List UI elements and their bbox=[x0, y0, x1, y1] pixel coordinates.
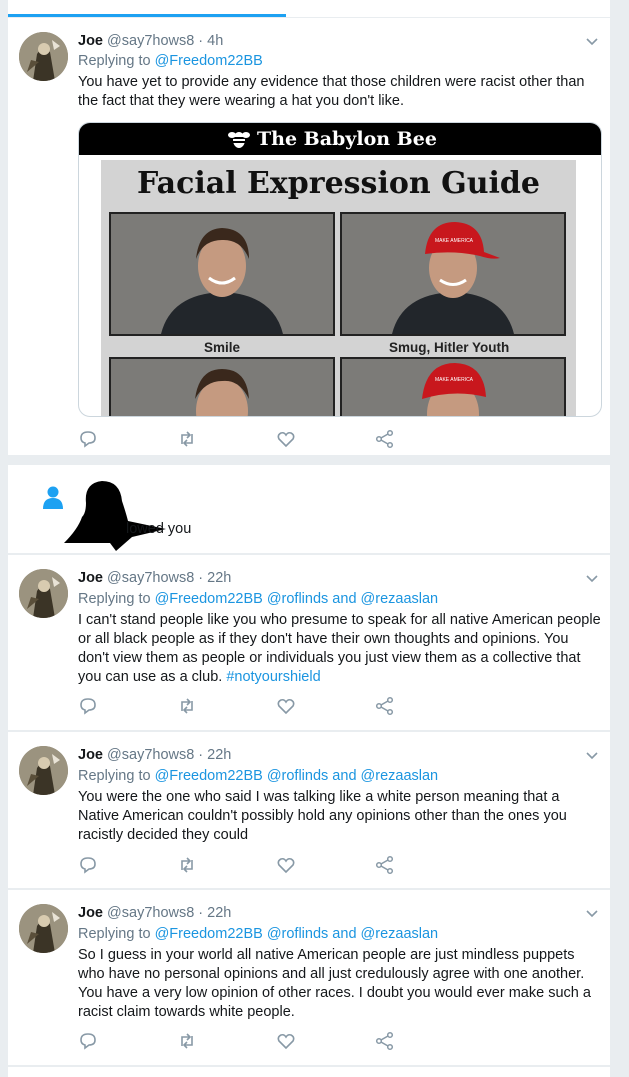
expression-guide: Facial Expression Guide Smile MAKE AMERI… bbox=[101, 160, 576, 416]
tweet-actions bbox=[78, 429, 408, 449]
reply-icon[interactable] bbox=[78, 855, 98, 875]
guide-title: Facial Expression Guide bbox=[137, 166, 540, 201]
like-icon[interactable] bbox=[276, 1031, 296, 1051]
share-icon[interactable] bbox=[375, 1031, 395, 1051]
avatar[interactable] bbox=[19, 746, 68, 795]
tweet-time[interactable]: 4h bbox=[207, 33, 223, 49]
tweet-card[interactable] bbox=[8, 1067, 610, 1077]
chevron-down-icon[interactable] bbox=[586, 752, 598, 760]
share-icon[interactable] bbox=[375, 696, 395, 716]
author-handle[interactable]: @say7hows8 bbox=[107, 747, 194, 763]
author-name[interactable]: Joe bbox=[78, 33, 103, 49]
tweet-card[interactable]: Joe @say7hows8 · 22h Replying to @Freedom2… bbox=[8, 890, 610, 1065]
tweet-card[interactable]: Joe @say7hows8 · 22h Replying to @Freedom2… bbox=[8, 555, 610, 730]
share-icon[interactable] bbox=[375, 855, 395, 875]
panel-label: Smile bbox=[204, 340, 241, 355]
separator-dot: · bbox=[198, 905, 204, 921]
retweet-icon[interactable] bbox=[177, 855, 197, 875]
author-name[interactable]: Joe bbox=[78, 905, 103, 921]
replying-to-link[interactable]: @Freedom22BB @roflinds and @rezaaslan bbox=[155, 591, 439, 607]
reply-icon[interactable] bbox=[78, 1031, 98, 1051]
tweet-actions bbox=[78, 1031, 408, 1051]
retweet-icon[interactable] bbox=[177, 696, 197, 716]
chevron-down-icon[interactable] bbox=[586, 575, 598, 583]
redaction-scribble bbox=[64, 481, 166, 551]
replying-prefix: Replying to bbox=[78, 53, 151, 69]
author-name[interactable]: Joe bbox=[78, 747, 103, 763]
tweet-time[interactable]: 22h bbox=[207, 747, 231, 763]
active-tab-indicator bbox=[8, 14, 286, 17]
tweet-card[interactable]: Joe @say7hows8 · 22h Replying to @Freedom2… bbox=[8, 732, 610, 888]
banner-title: The Babylon Bee bbox=[257, 128, 437, 150]
photo-panel bbox=[109, 357, 335, 416]
person-icon bbox=[43, 486, 63, 509]
panel-label: Smug, Hitler Youth bbox=[389, 340, 510, 355]
tweet-time[interactable]: 22h bbox=[207, 570, 231, 586]
tweet-card[interactable]: Joe @say7hows8 · 4h Replying to @Freedom22… bbox=[8, 18, 610, 455]
photo-panel-smile bbox=[109, 212, 335, 336]
svg-text:MAKE AMERICA: MAKE AMERICA bbox=[435, 377, 474, 383]
reply-icon[interactable] bbox=[78, 429, 98, 449]
retweet-icon[interactable] bbox=[177, 1031, 197, 1051]
hashtag-link[interactable]: #notyourshield bbox=[226, 669, 320, 685]
tweet-text: I can't stand people like you who presum… bbox=[78, 611, 603, 687]
replying-prefix: Replying to bbox=[78, 926, 151, 942]
replying-prefix: Replying to bbox=[78, 591, 151, 607]
replying-to: Replying to @Freedom22BB @roflinds and @… bbox=[78, 768, 438, 784]
avatar[interactable] bbox=[19, 569, 68, 618]
author-name[interactable]: Joe bbox=[78, 570, 103, 586]
retweet-icon[interactable] bbox=[177, 429, 197, 449]
separator-dot: · bbox=[198, 747, 204, 763]
author-handle[interactable]: @say7hows8 bbox=[107, 905, 194, 921]
replying-to-link[interactable]: @Freedom22BB @roflinds and @rezaaslan bbox=[155, 926, 439, 942]
separator-dot: · bbox=[198, 33, 204, 49]
tweet-actions bbox=[78, 696, 408, 716]
tweet-header: Joe @say7hows8 · 22h bbox=[78, 905, 231, 921]
photo-panel: MAKE AMERICA bbox=[340, 357, 566, 416]
avatar[interactable] bbox=[19, 904, 68, 953]
tweet-actions bbox=[78, 855, 408, 875]
separator-dot: · bbox=[198, 570, 204, 586]
tweet-text: You were the one who said I was talking … bbox=[78, 789, 567, 843]
tweet-text-content: I can't stand people like you who presum… bbox=[78, 612, 601, 685]
replying-to: Replying to @Freedom22BB @roflinds and @… bbox=[78, 926, 438, 942]
chevron-down-icon[interactable] bbox=[586, 38, 598, 46]
tweet-text: So I guess in your world all native Amer… bbox=[78, 947, 591, 1020]
replying-to: Replying to @Freedom22BB @roflinds and @… bbox=[78, 591, 438, 607]
replying-to-link[interactable]: @Freedom22BB @roflinds and @rezaaslan bbox=[155, 768, 439, 784]
share-icon[interactable] bbox=[375, 429, 395, 449]
follow-text: lowed you bbox=[126, 521, 192, 537]
replying-prefix: Replying to bbox=[78, 768, 151, 784]
tweet-time[interactable]: 22h bbox=[207, 905, 231, 921]
embedded-image[interactable]: The Babylon Bee Facial Expression Guide … bbox=[78, 122, 602, 417]
like-icon[interactable] bbox=[276, 429, 296, 449]
svg-text:MAKE AMERICA: MAKE AMERICA bbox=[435, 238, 474, 244]
tab-bar bbox=[8, 0, 610, 17]
tweet-text: You have yet to provide any evidence tha… bbox=[78, 74, 585, 109]
tweet-header: Joe @say7hows8 · 4h bbox=[78, 33, 223, 49]
photo-panel-smug: MAKE AMERICA bbox=[340, 212, 566, 336]
chevron-down-icon[interactable] bbox=[586, 910, 598, 918]
tweet-header: Joe @say7hows8 · 22h bbox=[78, 747, 231, 763]
author-handle[interactable]: @say7hows8 bbox=[107, 33, 194, 49]
reply-icon[interactable] bbox=[78, 696, 98, 716]
replying-to: Replying to @Freedom22BB bbox=[78, 53, 263, 69]
tweet-header: Joe @say7hows8 · 22h bbox=[78, 570, 231, 586]
author-handle[interactable]: @say7hows8 bbox=[107, 570, 194, 586]
babylon-bee-banner: The Babylon Bee bbox=[79, 123, 601, 155]
bee-logo-icon bbox=[228, 132, 250, 148]
follow-notification[interactable]: lowed you bbox=[8, 465, 610, 553]
like-icon[interactable] bbox=[276, 855, 296, 875]
avatar[interactable] bbox=[19, 32, 68, 81]
replying-to-link[interactable]: @Freedom22BB bbox=[155, 53, 263, 69]
like-icon[interactable] bbox=[276, 696, 296, 716]
